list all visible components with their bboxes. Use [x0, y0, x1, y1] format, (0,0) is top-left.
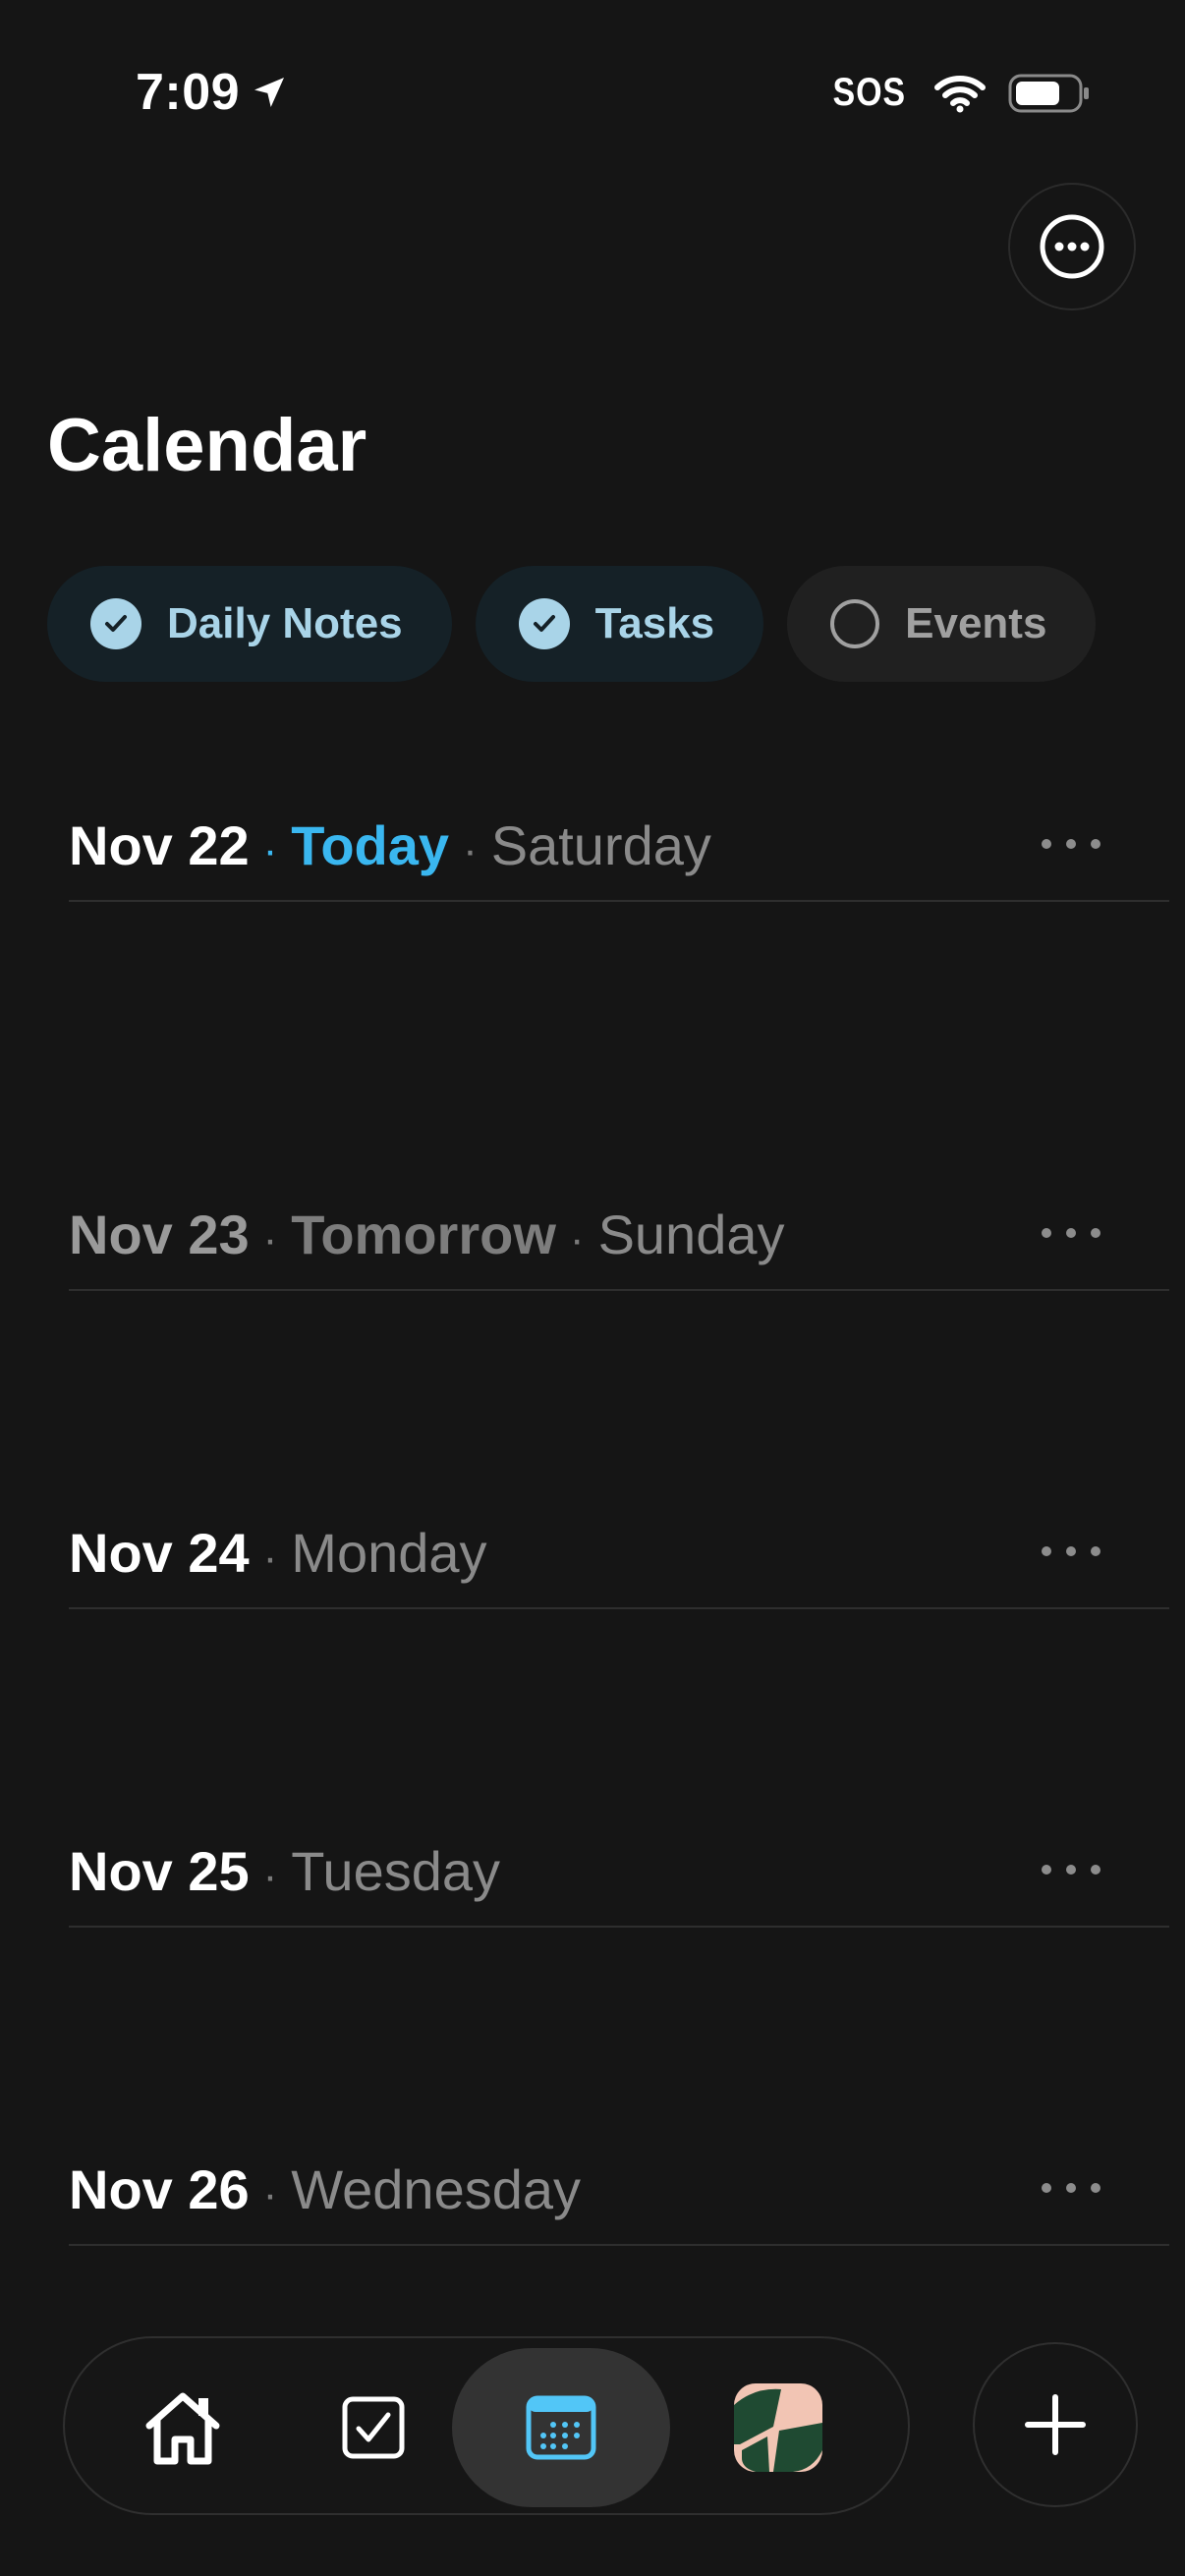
day-more-icon[interactable]	[1042, 2173, 1100, 2203]
day-more-icon[interactable]	[1042, 1855, 1100, 1884]
sos-indicator: SOS	[832, 71, 906, 114]
tab-calendar[interactable]	[452, 2348, 670, 2507]
day-date: Nov 23	[69, 1204, 250, 1265]
battery-icon	[1008, 74, 1089, 112]
separator-dot: ·	[262, 1534, 278, 1582]
page-title: Calendar	[47, 404, 367, 487]
day-date: Nov 24	[69, 1522, 250, 1584]
day-weekday: Monday	[291, 1522, 487, 1584]
status-indicators: SOS	[826, 71, 1091, 115]
separator-dot: ·	[262, 1852, 278, 1900]
status-time-text: 7:09	[136, 64, 241, 121]
filter-chip-label: Events	[905, 599, 1047, 647]
filter-chip-daily-notes[interactable]: Daily Notes	[47, 566, 452, 682]
more-options-button[interactable]	[1008, 183, 1136, 310]
day-relative-label: Today	[291, 814, 450, 876]
plus-icon	[1025, 2394, 1086, 2455]
separator-dot: ·	[463, 826, 478, 874]
day-row-nov-25[interactable]: Nov 25 · Tuesday	[69, 1839, 1169, 1928]
wifi-icon	[934, 75, 986, 112]
day-weekday: Tuesday	[291, 1840, 501, 1902]
location-arrow-icon	[254, 78, 285, 107]
day-row-nov-23[interactable]: Nov 23 · Tomorrow · Sunday	[69, 1203, 1169, 1291]
tab-home[interactable]	[124, 2348, 242, 2507]
more-horizontal-circle-icon	[1040, 214, 1104, 279]
day-weekday: Wednesday	[291, 2158, 582, 2220]
tab-space[interactable]	[719, 2348, 837, 2507]
day-date: Nov 22	[69, 814, 250, 876]
space-avatar	[734, 2383, 822, 2472]
separator-dot: ·	[262, 1215, 278, 1263]
day-more-icon[interactable]	[1042, 1537, 1100, 1566]
check-circle-icon	[518, 598, 570, 649]
day-weekday: Saturday	[490, 814, 711, 876]
day-row-nov-24[interactable]: Nov 24 · Monday	[69, 1521, 1169, 1609]
day-weekday: Sunday	[597, 1204, 785, 1265]
check-circle-icon	[90, 598, 141, 649]
day-more-icon[interactable]	[1042, 829, 1100, 859]
tab-tasks[interactable]	[314, 2348, 432, 2507]
checkbox-icon	[342, 2396, 405, 2459]
separator-dot: ·	[262, 826, 278, 874]
filter-chip-tasks[interactable]: Tasks	[475, 566, 764, 682]
separator-dot: ·	[262, 2170, 278, 2218]
day-date: Nov 26	[69, 2158, 250, 2220]
day-date: Nov 25	[69, 1840, 250, 1902]
filter-chip-events[interactable]: Events	[787, 566, 1097, 682]
day-more-icon[interactable]	[1042, 1218, 1100, 1248]
empty-circle-icon	[830, 599, 880, 648]
status-time: 7:09	[136, 63, 289, 122]
filter-chips: Daily Notes Tasks Events	[47, 566, 1097, 682]
filter-chip-label: Daily Notes	[167, 599, 403, 647]
day-row-nov-22[interactable]: Nov 22 · Today · Saturday	[69, 813, 1169, 902]
calendar-icon	[526, 2395, 596, 2460]
add-button[interactable]	[973, 2342, 1138, 2507]
separator-dot: ·	[569, 1215, 585, 1263]
home-icon	[145, 2392, 220, 2465]
calendar-screen: 7:09 SOS Calendar Daily Notes Tasks Even…	[0, 0, 1185, 2576]
filter-chip-label: Tasks	[594, 599, 715, 647]
day-row-nov-26[interactable]: Nov 26 · Wednesday	[69, 2157, 1169, 2246]
bottom-tab-bar	[63, 2336, 910, 2515]
day-relative-label: Tomorrow	[291, 1204, 556, 1265]
